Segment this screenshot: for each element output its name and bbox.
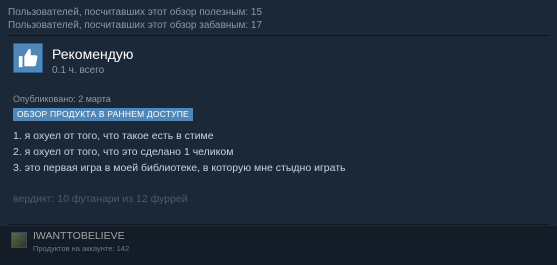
review-stats: Пользователей, посчитавших этот обзор по… [8,6,262,32]
recommendation-header: Рекомендую 0.1 ч. всего [13,43,133,77]
review-line: 2. я охуел от того, что это сделано 1 че… [13,146,234,158]
author-name[interactable]: IWANTTOBELIEVE [33,230,125,242]
author-products-count[interactable]: Продуктов на аккаунте: 142 [33,244,129,253]
review-line: 1. я охуел от того, что такое есть в сти… [13,130,214,142]
divider [8,224,549,225]
playtime-hours: 0.1 ч. всего [52,65,105,76]
review-verdict: вердикт: 10 футанари из 12 фуррей [13,193,188,205]
review-body: 1. я охуел от того, что такое есть в сти… [13,128,346,176]
avatar[interactable] [11,232,27,248]
posted-date: Опубликовано: 2 марта [13,94,111,104]
recommendation-title[interactable]: Рекомендую [52,45,133,63]
review-line: 3. это первая игра в моей библиотеке, в … [13,162,346,174]
divider [8,35,549,36]
author-footer: IWANTTOBELIEVE Продуктов на аккаунте: 14… [0,226,557,265]
thumbs-up-icon[interactable] [13,43,43,73]
early-access-badge: ОБЗОР ПРОДУКТА В РАННЕМ ДОСТУПЕ [13,108,193,121]
helpful-count: Пользователей, посчитавших этот обзор по… [8,7,263,18]
funny-count: Пользователей, посчитавших этот обзор за… [8,20,263,31]
